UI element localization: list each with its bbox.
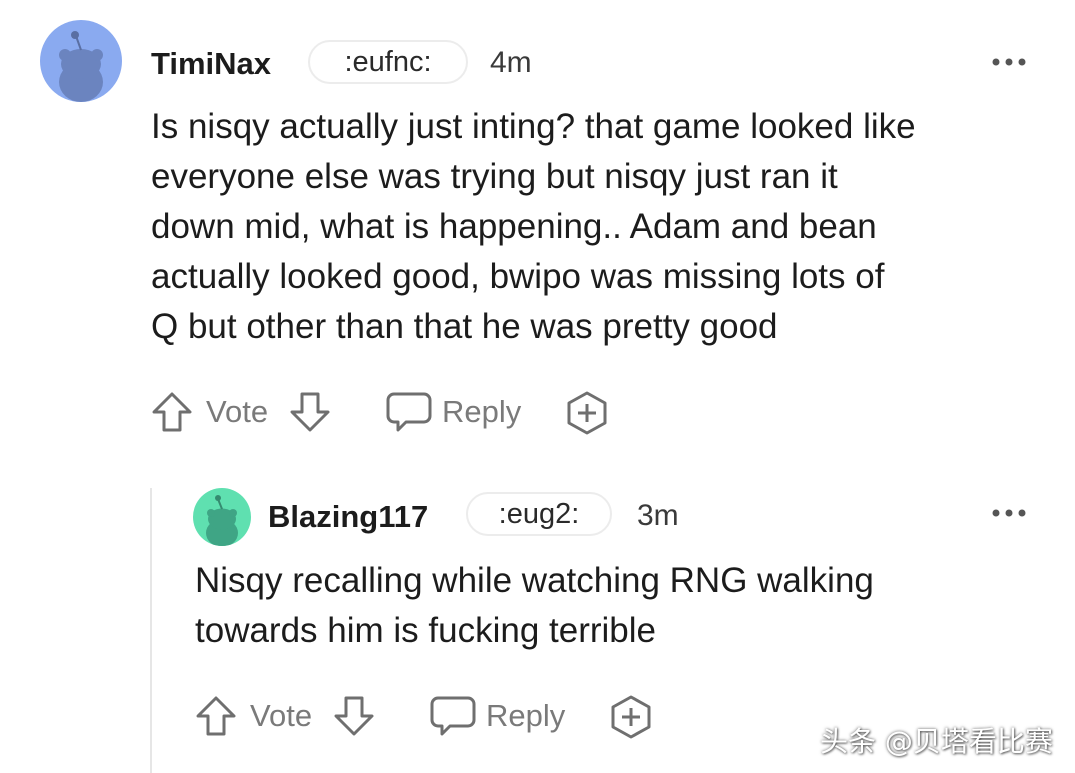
upvote-arrow-icon [196, 696, 236, 736]
reply-label: Reply [442, 394, 522, 429]
username[interactable]: TimiNax [151, 46, 271, 82]
downvote-button[interactable] [332, 694, 376, 738]
username[interactable]: Blazing117 [268, 499, 428, 535]
timestamp: 4m [490, 46, 532, 79]
avatar[interactable] [193, 488, 251, 546]
comment-line: actually looked good, bwipo was missing … [151, 257, 885, 296]
reply-label: Reply [486, 698, 566, 733]
award-plus-icon [611, 695, 651, 739]
upvote-button[interactable] [150, 390, 194, 434]
vote-label: Vote [206, 394, 269, 429]
reply-button[interactable]: Reply [430, 694, 565, 738]
comment-line: Is nisqy actually just inting? that game… [151, 107, 916, 146]
comment-line: Q but other than that he was pretty good [151, 307, 778, 346]
downvote-button[interactable] [288, 390, 332, 434]
user-flair: :eug2: [466, 492, 612, 536]
overflow-dots-icon [992, 58, 1026, 66]
vote-label: Vote [250, 698, 313, 733]
downvote-arrow-icon [290, 392, 330, 432]
avatar[interactable] [40, 20, 122, 102]
comment-line: towards him is fucking terrible [195, 611, 656, 650]
thread-line[interactable] [150, 488, 152, 773]
comment-bubble-icon [430, 696, 476, 736]
comment-line: everyone else was trying but nisqy just … [151, 157, 838, 196]
downvote-arrow-icon [334, 696, 374, 736]
upvote-arrow-icon [152, 392, 192, 432]
comment-actions: Vote Reply [194, 692, 674, 740]
comment-line: down mid, what is happening.. Adam and b… [151, 207, 877, 246]
user-flair: :eufnc: [308, 40, 468, 84]
reply-button[interactable]: Reply [386, 390, 521, 434]
timestamp: 3m [637, 499, 679, 532]
award-plus-icon [567, 391, 607, 435]
overflow-menu-button[interactable] [991, 57, 1027, 67]
comment-line: Nisqy recalling while watching RNG walki… [195, 561, 874, 600]
comment-actions: Vote Reply [150, 388, 630, 436]
comment-bubble-icon [386, 392, 432, 432]
upvote-button[interactable] [194, 694, 238, 738]
award-button[interactable] [564, 390, 610, 436]
award-button[interactable] [608, 694, 654, 740]
watermark: 头条 @贝塔看比赛 [820, 725, 1053, 758]
overflow-menu-button[interactable] [991, 508, 1027, 518]
overflow-dots-icon [992, 509, 1026, 517]
